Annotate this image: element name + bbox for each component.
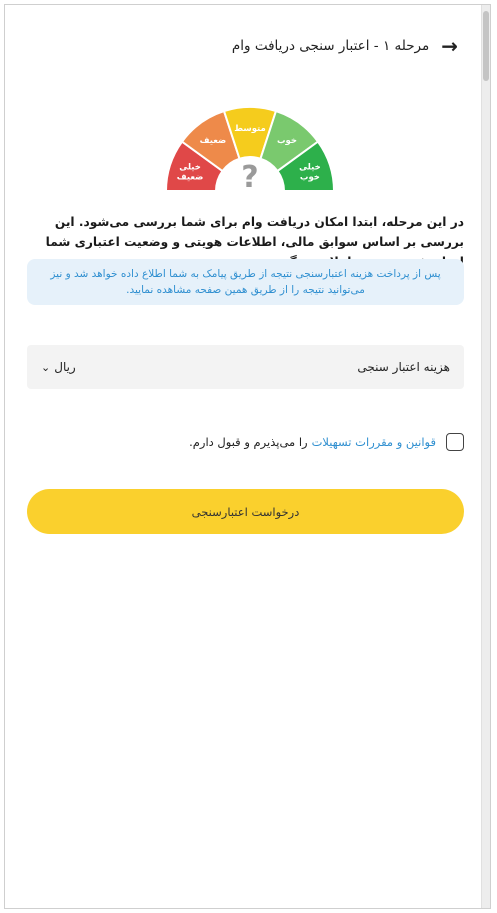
fee-row[interactable]: ریال ⌄ هزینه اعتبار سنجی	[27, 345, 464, 389]
gauge-segment-label: خیلی خوب	[299, 163, 321, 183]
submit-button[interactable]: درخواست اعتبارسنجی	[27, 489, 464, 534]
page-header: → مرحله ۱ - اعتبار سنجی دریافت وام	[5, 31, 476, 61]
chevron-down-icon[interactable]: ⌄	[41, 361, 50, 374]
fee-label: هزینه اعتبار سنجی	[357, 360, 450, 374]
gauge-segment-label: متوسط	[234, 124, 266, 134]
fee-value[interactable]: ریال ⌄	[41, 360, 76, 374]
terms-link[interactable]: قوانین و مقررات تسهیلات	[312, 435, 436, 449]
gauge-svg: خیلی ضعیف ضعیف متوسط خوب خیلی خوب?	[164, 106, 336, 195]
scrollbar-thumb[interactable]	[483, 11, 489, 81]
page-title: مرحله ۱ - اعتبار سنجی دریافت وام	[231, 38, 430, 54]
terms-row: قوانین و مقررات تسهیلات را می‌پذیرم و قب…	[27, 430, 464, 454]
app-frame: → مرحله ۱ - اعتبار سنجی دریافت وام خیلی ض…	[4, 4, 491, 909]
credit-score-gauge: خیلی ضعیف ضعیف متوسط خوب خیلی خوب?	[155, 97, 345, 195]
arrow-right-icon[interactable]: →	[441, 36, 458, 56]
gauge-segment-label: خوب	[277, 136, 297, 146]
gauge-segment-label: ضعیف	[200, 136, 227, 146]
scrollbar[interactable]	[481, 5, 490, 908]
info-box-text: پس از پرداخت هزینه اعتبارسنجی نتیجه از ط…	[50, 268, 441, 296]
gauge-segment-label: خیلی ضعیف	[177, 163, 204, 183]
terms-checkbox[interactable]	[446, 433, 464, 451]
question-mark-icon: ?	[241, 160, 258, 195]
info-box: پس از پرداخت هزینه اعتبارسنجی نتیجه از ط…	[27, 259, 464, 305]
terms-text: را می‌پذیرم و قبول دارم.	[189, 435, 308, 449]
fee-currency: ریال	[54, 360, 76, 374]
